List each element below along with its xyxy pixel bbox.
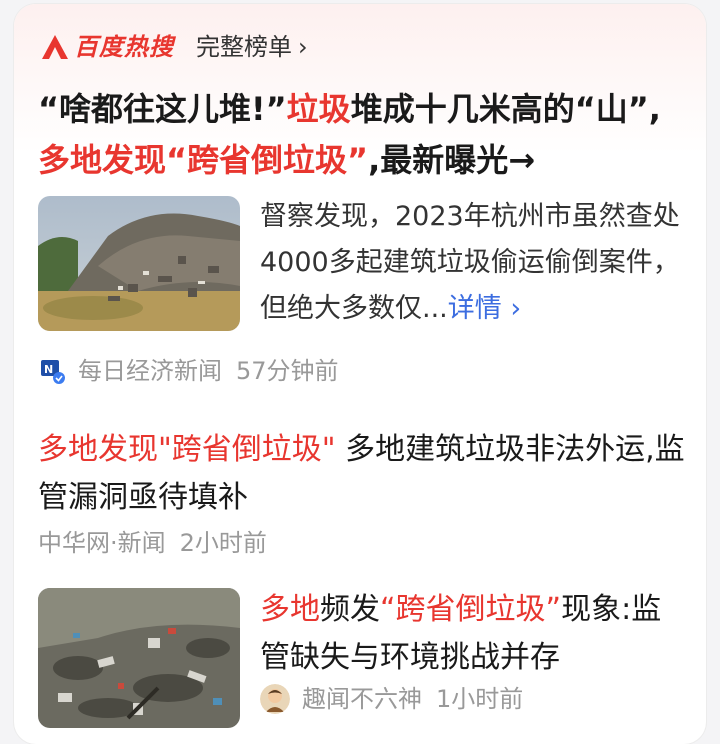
headline-highlight: 垃圾 [286, 90, 351, 128]
full-list-link[interactable]: 完整榜单 › [196, 31, 308, 63]
brand-name: 百度热搜 [74, 33, 174, 61]
detail-link[interactable]: 详情 › [448, 293, 521, 324]
mrjjxw-logo-icon: N [38, 357, 66, 385]
article-title[interactable]: 多地发现"跨省倒垃圾" 多地建筑垃圾非法外运,监管漏洞亟待填补 [38, 426, 698, 522]
headline-part: “啥都往这儿堆!” [38, 90, 287, 128]
source-name[interactable]: 趣闻不六神 [302, 682, 422, 716]
headline-part: 堆成十几米高的“山”, [350, 90, 661, 128]
article-title-highlight: 多地 [260, 592, 320, 627]
article-summary[interactable]: 督察发现，2023年杭州市虽然查处4000多起建筑垃圾偷运偷倒案件，但绝大多数仅… [260, 194, 690, 332]
article-title-highlight: 多地发现"跨省倒垃圾" [38, 432, 336, 467]
article-source-row: 趣闻不六神 1小时前 [260, 682, 523, 716]
article-thumbnail[interactable] [38, 196, 240, 331]
publish-time: 57分钟前 [236, 357, 339, 385]
hot-search-card: 百度热搜 完整榜单 › “啥都往这儿堆!”垃圾堆成十几米高的“山”, 多地发现“跨… [14, 4, 706, 744]
chevron-right-icon: › [298, 33, 308, 61]
author-avatar-icon[interactable] [260, 684, 290, 714]
baidu-hot-logo-icon [40, 33, 70, 61]
article-source-row: N 每日经济新闻 57分钟前 [38, 354, 339, 388]
article-source-row: 中华网·新闻 2小时前 [38, 526, 267, 560]
source-name[interactable]: 每日经济新闻 [78, 354, 222, 388]
article-title[interactable]: 多地频发“跨省倒垃圾”现象:监管缺失与环境挑战并存 [260, 586, 690, 682]
headline-title[interactable]: “啥都往这儿堆!”垃圾堆成十几米高的“山”, 多地发现“跨省倒垃圾”,最新曝光→ [38, 84, 698, 186]
publish-time: 2小时前 [179, 529, 267, 557]
svg-text:N: N [44, 363, 53, 376]
verified-badge-icon [53, 372, 65, 384]
article-title-highlight: “跨省倒垃圾” [380, 592, 562, 627]
article-thumbnail[interactable] [38, 588, 240, 728]
headline-highlight: 多地发现“跨省倒垃圾” [38, 141, 369, 179]
publish-time: 1小时前 [436, 685, 524, 713]
article-title-text: 频发 [320, 592, 380, 627]
full-list-label: 完整榜单 [196, 33, 292, 61]
headline-part: ,最新曝光→ [368, 141, 536, 179]
source-name[interactable]: 中华网·新闻 [38, 526, 166, 560]
baidu-hot-brand[interactable]: 百度热搜 [40, 30, 174, 64]
